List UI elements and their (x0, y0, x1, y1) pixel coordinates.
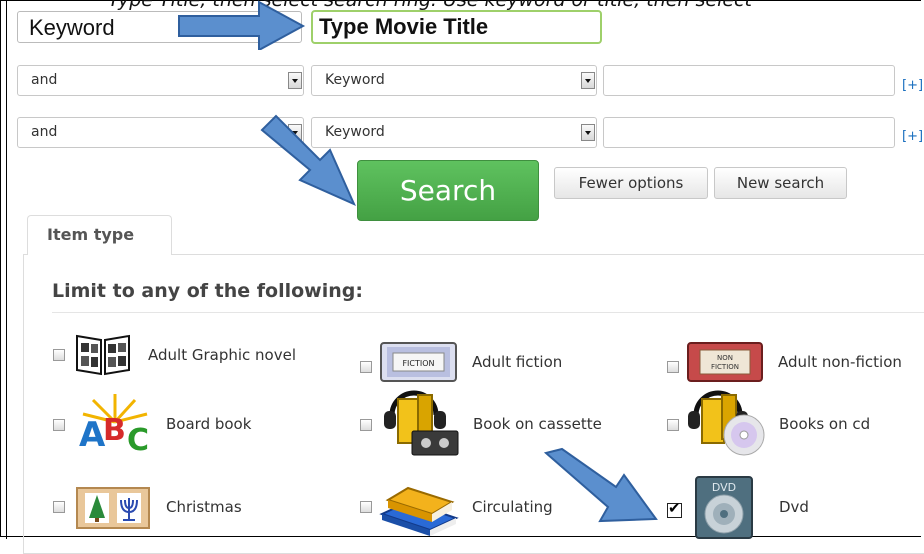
item-type-label: Book on cassette (473, 415, 602, 433)
checkbox-books-on-cd[interactable] (667, 419, 679, 431)
field-select-1-value: Keyword (325, 72, 385, 88)
svg-text:FICTION: FICTION (711, 363, 739, 371)
checkbox-christmas[interactable] (53, 501, 65, 513)
svg-text:FICTION: FICTION (402, 359, 434, 368)
checkbox-dvd[interactable] (667, 499, 682, 518)
item-type-label: Adult fiction (472, 353, 563, 371)
abc-blocks-icon: A B C (75, 392, 153, 454)
checkbox-adult-fiction[interactable] (360, 361, 372, 373)
checkbox-adult-non-fiction[interactable] (667, 361, 679, 373)
checkbox-board-book[interactable] (53, 419, 65, 431)
add-row-link-2[interactable]: [+] (902, 129, 923, 144)
add-row-link-1[interactable]: [+] (902, 78, 923, 93)
legend-divider (52, 312, 924, 313)
item-type-label: Adult non-fiction (778, 353, 902, 371)
arrow-diagonal-icon (260, 114, 356, 206)
operator-select-1[interactable]: and (17, 65, 304, 96)
fewer-options-button[interactable]: Fewer options (554, 167, 708, 199)
dvd-icon: DVD (695, 476, 753, 539)
chevron-down-icon (288, 72, 302, 89)
checkbox-circulating[interactable] (360, 501, 372, 513)
book-cassette-icon (378, 385, 460, 457)
svg-text:NON: NON (717, 354, 733, 362)
chevron-down-icon (581, 72, 595, 89)
fiction-book-icon: FICTION (379, 340, 458, 384)
arrow-right-icon (178, 0, 306, 50)
term-input-2[interactable] (603, 117, 895, 148)
new-search-button[interactable]: New search (714, 167, 847, 199)
nonfiction-book-icon: NON FICTION (686, 340, 764, 384)
term-input-1[interactable] (603, 65, 895, 96)
operator-select-2-value: and (31, 124, 58, 140)
limit-legend: Limit to any of the following: (52, 280, 363, 302)
item-type-label: Dvd (779, 498, 809, 516)
graphic-novel-icon (74, 332, 132, 376)
checkbox-adult-graphic-novel[interactable] (53, 349, 65, 361)
frame-inner-border (6, 0, 7, 539)
item-type-label: Adult Graphic novel (148, 346, 296, 364)
operator-select-1-value: and (31, 72, 58, 88)
svg-text:DVD: DVD (712, 481, 736, 494)
search-button[interactable]: Search (357, 160, 539, 221)
christmas-tree-icon (75, 486, 151, 530)
book-cd-icon (684, 385, 768, 457)
tab-item-type[interactable]: Item type (27, 215, 172, 255)
svg-text:A: A (79, 415, 106, 454)
item-type-label: Christmas (166, 498, 242, 516)
arrow-diagonal-icon (543, 447, 658, 523)
chevron-down-icon (581, 124, 595, 141)
item-type-label: Books on cd (779, 415, 871, 433)
search-query-input[interactable]: Type Movie Title (311, 10, 602, 44)
svg-text:B: B (103, 413, 126, 448)
item-type-label: Board book (166, 415, 252, 433)
svg-text:C: C (127, 423, 149, 454)
stacked-books-icon (378, 478, 460, 536)
checkbox-book-on-cassette[interactable] (360, 419, 372, 431)
field-select-1[interactable]: Keyword (311, 65, 597, 96)
